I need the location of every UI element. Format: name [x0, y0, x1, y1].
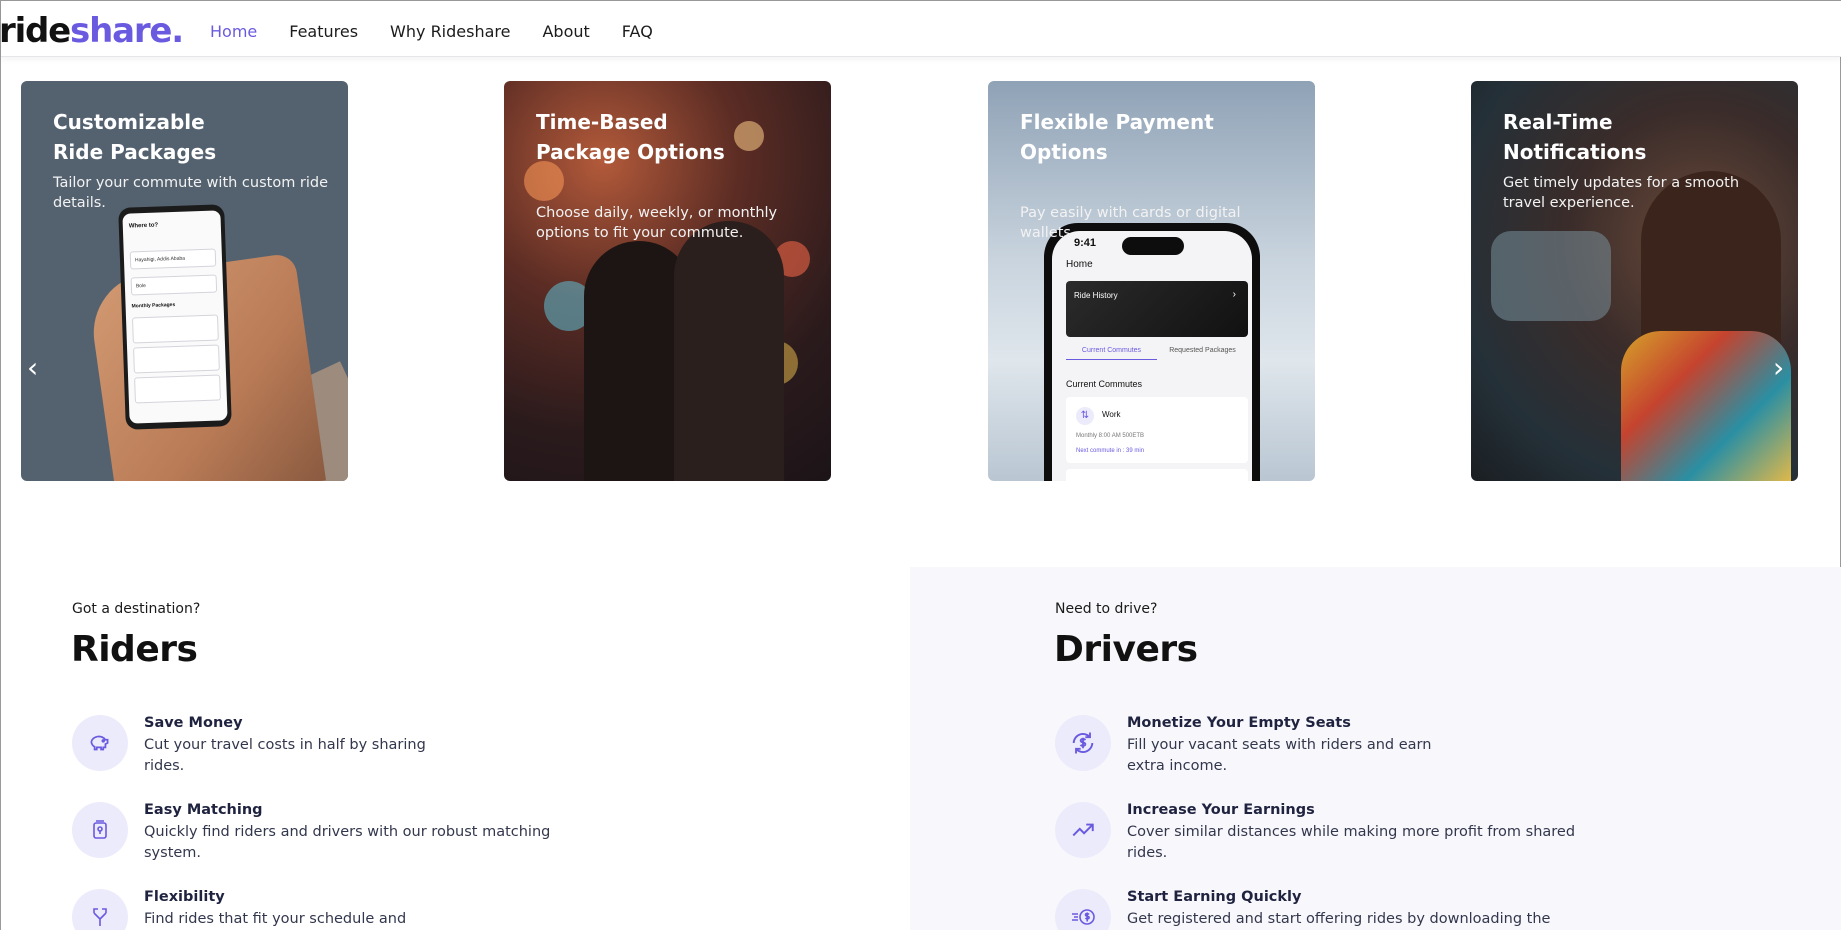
drivers-title: Drivers	[1054, 629, 1198, 670]
nav-about[interactable]: About	[542, 21, 589, 43]
feature-increase-earnings: Increase Your Earnings Cover similar dis…	[1055, 802, 1575, 872]
brand-logo[interactable]: rideshare.	[0, 11, 184, 51]
trend-up-icon	[1055, 802, 1111, 858]
riders-title: Riders	[71, 629, 198, 670]
feature-description: Cover similar distances while making mor…	[1127, 824, 1576, 861]
card-description: Tailor your commute with custom ride det…	[53, 175, 329, 211]
person-silhouette-decor	[674, 221, 784, 481]
feature-title: Start Earning Quickly	[1127, 889, 1302, 905]
piggy-bank-icon	[72, 715, 128, 771]
card-title: Flexible Payment Options	[1020, 110, 1214, 164]
bokeh-decor	[734, 121, 764, 151]
split-arrows-icon	[72, 889, 128, 930]
nav-home[interactable]: Home	[210, 21, 257, 43]
phone-screen: Where to? Hayahigi, Addis Ababa Bole Mon…	[122, 210, 228, 424]
card-time-based-packages[interactable]: Time-Based Package Options Choose daily,…	[504, 81, 831, 481]
feature-title: Increase Your Earnings	[1127, 802, 1315, 818]
tab-current-commutes: Current Commutes	[1066, 347, 1157, 360]
feature-easy-matching: Easy Matching Quickly find riders and dr…	[72, 802, 592, 872]
swap-icon: ⇅	[1076, 407, 1094, 425]
feature-carousel: Where to? Hayahigi, Addis Ababa Bole Mon…	[1, 81, 1841, 481]
feature-description: Find rides that fit your schedule and	[144, 911, 407, 927]
feature-save-money: Save Money Cut your travel costs in half…	[72, 715, 592, 785]
feature-description: Quickly find riders and drivers with our…	[144, 824, 551, 861]
nav-why-rideshare[interactable]: Why Rideshare	[390, 21, 510, 43]
riders-eyebrow: Got a destination?	[72, 601, 201, 617]
card-title: Customizable Ride Packages	[53, 110, 217, 164]
card-title: Real-Time Notifications	[1503, 110, 1647, 164]
riders-section: Got a destination? Riders Save Money Cut…	[1, 567, 910, 930]
matching-icon	[72, 802, 128, 858]
nav-features[interactable]: Features	[289, 21, 358, 43]
card-title: Time-Based Package Options	[536, 110, 725, 164]
card-description: Get timely updates for a smooth travel e…	[1503, 175, 1740, 211]
commute-item	[1066, 469, 1248, 481]
drivers-section: Need to drive? Drivers Monetize Your Emp…	[910, 567, 1841, 930]
ride-history-label: Ride History	[1074, 291, 1118, 300]
feature-flexibility: Flexibility Find rides that fit your sch…	[72, 889, 592, 930]
card-description: Pay easily with cards or digital wallets…	[1020, 205, 1241, 241]
feature-title: Easy Matching	[144, 802, 263, 818]
window-decor	[1491, 231, 1611, 321]
phone-screen: 9:41 Home Ride History › Current Commute…	[1052, 231, 1252, 481]
commute-meta: Monthly 8:00 AM 500ETB	[1076, 433, 1145, 439]
main-nav: Home Features Why Rideshare About FAQ	[210, 21, 685, 43]
card-flexible-payment[interactable]: 9:41 Home Ride History › Current Commute…	[988, 81, 1315, 481]
patterned-shirt-decor	[1621, 331, 1791, 481]
phone-packages-heading: Monthly Packages	[131, 301, 176, 310]
feature-description: Fill your vacant seats with riders and e…	[1127, 737, 1432, 774]
drivers-eyebrow: Need to drive?	[1055, 601, 1158, 617]
phone-pickup-row: Hayahigi, Addis Ababa	[129, 248, 217, 270]
commute-name: Work	[1102, 410, 1121, 419]
card-description: Choose daily, weekly, or monthly options…	[536, 205, 778, 241]
phone-package-row	[134, 374, 221, 404]
card-customizable-packages[interactable]: Where to? Hayahigi, Addis Ababa Bole Mon…	[21, 81, 348, 481]
phone-mockup-commutes: 9:41 Home Ride History › Current Commute…	[1044, 223, 1260, 481]
chevron-right-icon: ›	[1232, 289, 1236, 300]
ride-history-banner: Ride History ›	[1066, 281, 1248, 337]
carousel-next-arrow[interactable]: ›	[1773, 353, 1784, 383]
feature-title: Monetize Your Empty Seats	[1127, 715, 1351, 731]
card-real-time-notifications[interactable]: Real-Time Notifications Get timely updat…	[1471, 81, 1798, 481]
feature-monetize-seats: Monetize Your Empty Seats Fill your vaca…	[1055, 715, 1575, 785]
commute-item: ⇅ Work Monthly 8:00 AM 500ETB Next commu…	[1066, 397, 1248, 463]
phone-dropoff-row: Bole	[130, 274, 218, 296]
carousel-prev-arrow[interactable]: ‹	[27, 353, 38, 383]
feature-description: Cut your travel costs in half by sharing…	[144, 737, 426, 774]
tab-requested-packages: Requested Packages	[1169, 347, 1236, 354]
nav-faq[interactable]: FAQ	[622, 21, 653, 43]
brand-logo-ride: ride	[0, 11, 71, 51]
phone-package-row	[131, 314, 219, 344]
phone-pickup-text: Hayahigi, Addis Ababa	[134, 255, 186, 264]
phone-package-row	[133, 344, 220, 374]
bokeh-decor	[524, 161, 564, 201]
fast-money-icon	[1055, 889, 1111, 930]
feature-description: Get registered and start offering rides …	[1127, 911, 1551, 927]
feature-title: Save Money	[144, 715, 243, 731]
commute-next: Next commute in : 39 min	[1076, 448, 1145, 454]
phone-mockup-packages: Where to? Hayahigi, Addis Ababa Bole Mon…	[118, 204, 232, 430]
top-navbar: rideshare. Home Features Why Rideshare A…	[0, 1, 1841, 57]
phone-home-label: Home	[1066, 259, 1093, 270]
feature-title: Flexibility	[144, 889, 225, 905]
phone-dropoff-text: Bole	[135, 282, 147, 290]
phone-tabs: Current Commutes Requested Packages	[1066, 347, 1248, 360]
dollar-cycle-icon	[1055, 715, 1111, 771]
phone-heading: Where to?	[128, 222, 159, 230]
brand-logo-share: share.	[70, 11, 184, 51]
feature-start-earning: Start Earning Quickly Get registered and…	[1055, 889, 1575, 930]
phone-section-title: Current Commutes	[1066, 379, 1143, 389]
